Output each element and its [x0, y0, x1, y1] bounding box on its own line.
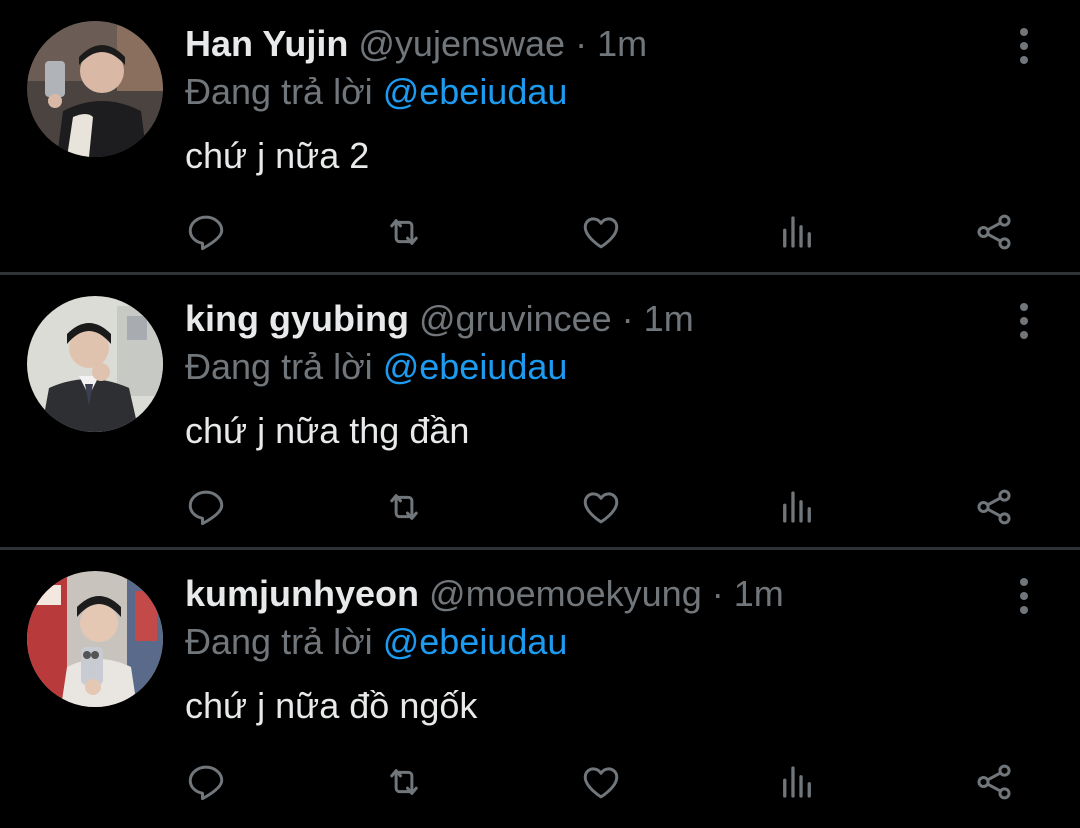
avatar-image	[27, 571, 163, 707]
avatar[interactable]	[27, 21, 163, 157]
replying-to: Đang trả lời @ebeiudau	[185, 343, 567, 391]
mention-link[interactable]: @ebeiudau	[383, 621, 568, 662]
tweet-header: Han Yujin @yujenswae · 1m	[185, 20, 647, 68]
heart-icon	[583, 217, 619, 249]
tweet-text: chứ j nữa 2	[185, 135, 370, 176]
tweet-actions	[0, 190, 1080, 274]
timestamp[interactable]: 1m	[734, 573, 784, 614]
handle[interactable]: @gruvincee	[419, 298, 612, 339]
reply-bubble-icon	[188, 765, 224, 801]
display-name[interactable]: kumjunhyeon	[185, 573, 419, 614]
more-options-button[interactable]	[1006, 574, 1042, 618]
replying-to-label: Đang trả lời	[185, 71, 373, 112]
more-options-button[interactable]	[1006, 24, 1042, 68]
separator: ·	[575, 23, 588, 64]
views-bar-chart-icon	[783, 766, 811, 798]
handle[interactable]: @yujenswae	[358, 23, 565, 64]
timestamp[interactable]: 1m	[644, 298, 694, 339]
mention-link[interactable]: @ebeiudau	[383, 346, 568, 387]
like-button[interactable]	[573, 740, 629, 824]
tweet-actions	[0, 465, 1080, 549]
share-button[interactable]	[966, 190, 1022, 274]
share-icon	[977, 764, 1011, 800]
separator: ·	[711, 573, 724, 614]
avatar[interactable]	[27, 296, 163, 432]
retweet-icon	[390, 219, 418, 245]
retweet-button[interactable]	[376, 740, 432, 824]
tweet-item[interactable]: king gyubing @gruvincee · 1m Đang trả lờ…	[0, 272, 1080, 547]
display-name[interactable]: Han Yujin	[185, 23, 348, 64]
reply-button[interactable]	[178, 190, 234, 274]
timestamp[interactable]: 1m	[597, 23, 647, 64]
separator: ·	[621, 298, 634, 339]
tweet-text: chứ j nữa thg đần	[185, 410, 470, 451]
share-button[interactable]	[966, 740, 1022, 824]
tweet-header: kumjunhyeon @moemoekyung · 1m	[185, 570, 784, 618]
heart-icon	[583, 767, 619, 799]
reply-button[interactable]	[178, 465, 234, 549]
handle[interactable]: @moemoekyung	[429, 573, 702, 614]
replying-to-label: Đang trả lời	[185, 621, 373, 662]
more-options-button[interactable]	[1006, 299, 1042, 343]
share-icon	[977, 214, 1011, 250]
more-vertical-icon	[1020, 303, 1028, 339]
replying-to: Đang trả lời @ebeiudau	[185, 618, 567, 666]
display-name[interactable]: king gyubing	[185, 298, 409, 339]
views-bar-chart-icon	[783, 491, 811, 523]
tweet-text: chứ j nữa đồ ngốk	[185, 685, 478, 726]
retweet-icon	[390, 769, 418, 795]
reply-bubble-icon	[188, 490, 224, 526]
views-button[interactable]	[769, 190, 825, 274]
tweet-item[interactable]: kumjunhyeon @moemoekyung · 1m Đang trả l…	[0, 547, 1080, 822]
more-vertical-icon	[1020, 28, 1028, 64]
reply-button[interactable]	[178, 740, 234, 824]
replying-to-label: Đang trả lời	[185, 346, 373, 387]
retweet-icon	[390, 494, 418, 520]
like-button[interactable]	[573, 465, 629, 549]
avatar-image	[27, 21, 163, 157]
heart-icon	[583, 492, 619, 524]
mention-link[interactable]: @ebeiudau	[383, 71, 568, 112]
share-icon	[977, 489, 1011, 525]
tweet-item[interactable]: Han Yujin @yujenswae · 1m Đang trả lời @…	[0, 0, 1080, 272]
views-button[interactable]	[769, 465, 825, 549]
like-button[interactable]	[573, 190, 629, 274]
reply-bubble-icon	[188, 215, 224, 251]
tweet-actions	[0, 740, 1080, 824]
more-vertical-icon	[1020, 578, 1028, 614]
retweet-button[interactable]	[376, 465, 432, 549]
tweet-header: king gyubing @gruvincee · 1m	[185, 295, 694, 343]
replying-to: Đang trả lời @ebeiudau	[185, 68, 567, 116]
views-button[interactable]	[769, 740, 825, 824]
retweet-button[interactable]	[376, 190, 432, 274]
share-button[interactable]	[966, 465, 1022, 549]
views-bar-chart-icon	[783, 216, 811, 248]
avatar-image	[27, 296, 163, 432]
avatar[interactable]	[27, 571, 163, 707]
